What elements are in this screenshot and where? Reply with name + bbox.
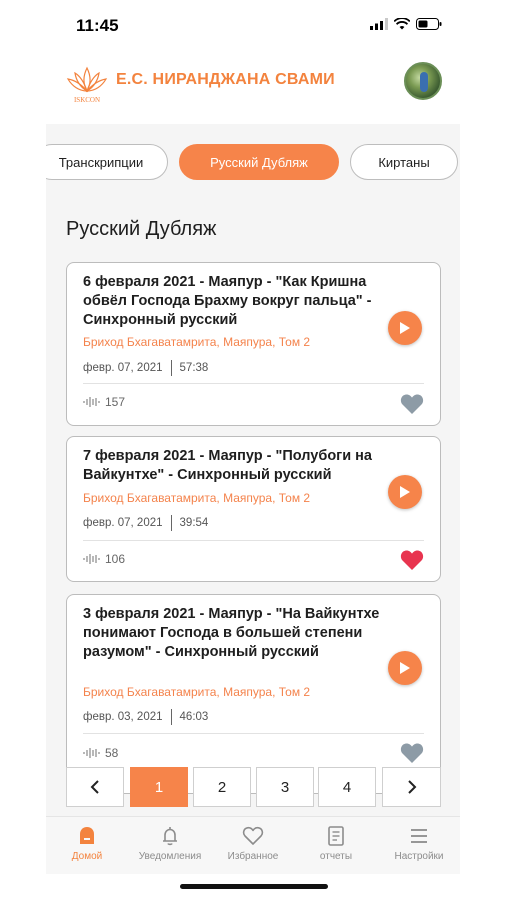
chevron-right-icon: [407, 780, 416, 794]
card-duration: 46:03: [179, 711, 209, 723]
card-date: февр. 07, 2021: [83, 517, 163, 529]
tab-kirtans[interactable]: Киртаны: [350, 144, 458, 180]
menu-icon: [411, 829, 427, 843]
heart-icon: [242, 826, 264, 845]
page-button-2[interactable]: 2: [193, 767, 251, 807]
chevron-left-icon: [90, 780, 99, 794]
iskcon-lotus-logo: ISKCON: [66, 66, 108, 104]
play-count: 106: [83, 552, 125, 566]
nav-label-favorites: Избранное: [227, 851, 279, 862]
section-title: Русский Дубляж: [66, 218, 217, 240]
nav-home[interactable]: Домой: [47, 825, 127, 862]
main-content[interactable]: Транскрипции Русский Дубляж Киртаны Русс…: [46, 124, 460, 816]
play-count-value: 58: [105, 746, 119, 760]
app-header: ISKCON Е.С. НИРАНДЖАНА СВАМИ: [46, 50, 460, 124]
play-button[interactable]: [388, 311, 422, 345]
audio-wave-icon: [83, 748, 100, 758]
status-bar: 11:45: [46, 0, 460, 50]
status-icons: [370, 18, 442, 30]
lecture-card[interactable]: 6 февраля 2021 - Маяпур - "Как Кришна об…: [66, 262, 441, 426]
card-title: 3 февраля 2021 - Маяпур - "На Вайкунтхе …: [83, 606, 380, 660]
meta-divider: [170, 709, 172, 725]
card-divider: [83, 540, 424, 541]
nav-label-notifications: Уведомления: [138, 851, 202, 862]
card-date: февр. 07, 2021: [83, 362, 163, 374]
play-button[interactable]: [388, 651, 422, 685]
next-page-button[interactable]: [382, 767, 441, 807]
card-meta: февр. 03, 2021 46:03: [83, 709, 208, 725]
card-divider: [83, 383, 424, 384]
card-subtitle: Бриход Бхагаватамрита, Маяпура, Том 2: [83, 491, 311, 505]
play-count: 157: [83, 395, 125, 409]
home-icon: [80, 827, 94, 844]
nav-label-home: Домой: [71, 851, 103, 862]
tab-transcriptions[interactable]: Транскрипции: [46, 144, 168, 180]
nav-label-reports: отчеты: [319, 851, 353, 862]
card-duration: 39:54: [179, 517, 209, 529]
signal-icon: [370, 18, 388, 30]
nav-favorites[interactable]: Избранное: [213, 825, 293, 862]
card-duration: 57:38: [179, 362, 209, 374]
battery-icon: [416, 18, 442, 30]
card-meta: февр. 07, 2021 39:54: [83, 515, 208, 531]
card-date: февр. 03, 2021: [83, 711, 163, 723]
pagination: 1 2 3 4: [66, 767, 441, 807]
app-title: Е.С. НИРАНДЖАНА СВАМИ: [116, 71, 335, 88]
nav-label-settings: Настройки: [394, 851, 444, 862]
nav-settings[interactable]: Настройки: [379, 825, 459, 862]
home-indicator[interactable]: [180, 884, 328, 889]
meta-divider: [170, 360, 172, 376]
play-icon: [400, 662, 410, 674]
nav-reports[interactable]: отчеты: [296, 825, 376, 862]
card-subtitle: Бриход Бхагаватамрита, Маяпура, Том 2: [83, 685, 311, 699]
report-icon: [328, 826, 344, 846]
audio-wave-icon: [83, 554, 100, 564]
bell-icon: [163, 827, 177, 846]
play-count-value: 157: [105, 395, 126, 409]
tab-russian-dub[interactable]: Русский Дубляж: [179, 144, 339, 180]
logo-text: ISKCON: [74, 96, 100, 104]
lecture-card[interactable]: 3 февраля 2021 - Маяпур - "На Вайкунтхе …: [66, 594, 441, 794]
card-meta: февр. 07, 2021 57:38: [83, 360, 208, 376]
card-subtitle: Бриход Бхагаватамрита, Маяпура, Том 2: [83, 335, 311, 349]
avatar[interactable]: [404, 62, 442, 100]
wifi-icon: [394, 18, 410, 30]
heart-icon[interactable]: [400, 393, 424, 415]
audio-wave-icon: [83, 397, 100, 407]
page-button-1[interactable]: 1: [130, 767, 188, 807]
card-divider: [83, 733, 424, 734]
play-button[interactable]: [388, 475, 422, 509]
status-time: 11:45: [76, 16, 119, 35]
heart-icon[interactable]: [400, 742, 424, 764]
play-icon: [400, 486, 410, 498]
nav-notifications[interactable]: Уведомления: [130, 825, 210, 862]
play-count-value: 106: [105, 552, 126, 566]
card-title: 7 февраля 2021 - Маяпур - "Полубоги на В…: [83, 448, 372, 483]
page-button-3[interactable]: 3: [256, 767, 314, 807]
category-tabs: Транскрипции Русский Дубляж Киртаны: [46, 144, 460, 180]
play-count: 58: [83, 746, 118, 760]
play-icon: [400, 322, 410, 334]
page-button-4[interactable]: 4: [318, 767, 376, 807]
meta-divider: [170, 515, 172, 531]
heart-icon[interactable]: [400, 549, 424, 571]
prev-page-button[interactable]: [66, 767, 124, 807]
lecture-card[interactable]: 7 февраля 2021 - Маяпур - "Полубоги на В…: [66, 436, 441, 582]
card-title: 6 февраля 2021 - Маяпур - "Как Кришна об…: [83, 274, 372, 328]
bottom-nav: Домой Уведомления Избранное отчеты Настр…: [46, 816, 460, 874]
